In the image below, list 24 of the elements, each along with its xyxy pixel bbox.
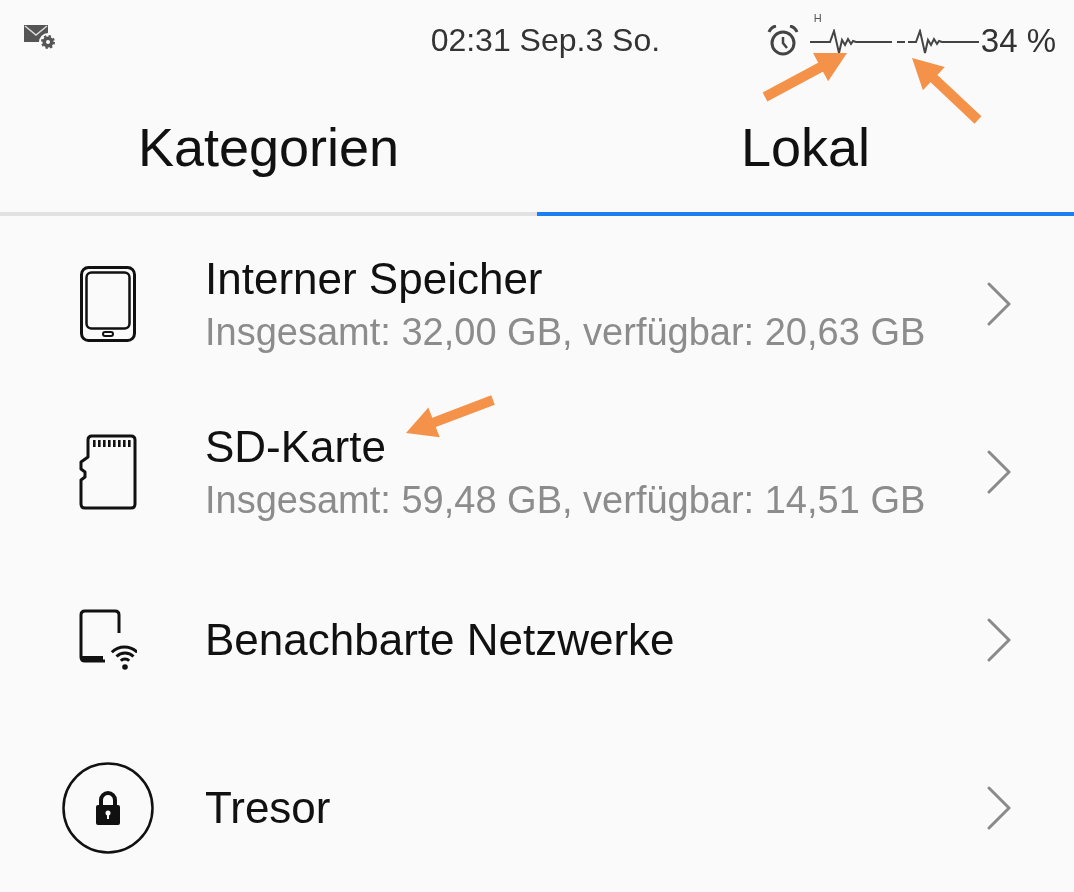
tab[interactable]: Lokal xyxy=(537,80,1074,216)
network-type-label: H xyxy=(813,13,822,24)
chevron-right-icon[interactable] xyxy=(987,786,1011,830)
list-item-title[interactable]: Interner Speicher xyxy=(205,254,964,304)
annotation-arrow xyxy=(912,58,982,124)
tab[interactable]: Kategorien xyxy=(0,80,537,216)
pulse-line-icon xyxy=(896,29,979,55)
list-item-subtitle: Insgesamt: 32,00 GB, verfügbar: 20,63 GB xyxy=(205,310,927,354)
mail-settings-icon xyxy=(24,25,57,51)
chevron-right-icon[interactable] xyxy=(987,450,1011,494)
battery-percentage: 34 % xyxy=(980,23,1056,57)
chevron-right-icon[interactable] xyxy=(987,618,1011,662)
pulse-line-icon xyxy=(809,29,892,55)
lock-icon xyxy=(61,762,154,854)
list-item-title[interactable]: Tresor xyxy=(205,783,964,833)
sd-card-icon xyxy=(78,434,137,510)
tablet-icon xyxy=(79,266,136,342)
list-item-subtitle: Insgesamt: 59,48 GB, verfügbar: 14,51 GB xyxy=(205,478,927,522)
chevron-right-icon[interactable] xyxy=(987,282,1011,326)
alarm-clock-icon xyxy=(766,24,799,56)
list-item-title[interactable]: Benachbarte Netzwerke xyxy=(205,615,964,665)
phone-wifi-icon xyxy=(78,609,137,671)
list-item-title[interactable]: SD-Karte xyxy=(205,422,964,472)
status-time: 02:31 Sep.3 So. xyxy=(430,24,661,56)
